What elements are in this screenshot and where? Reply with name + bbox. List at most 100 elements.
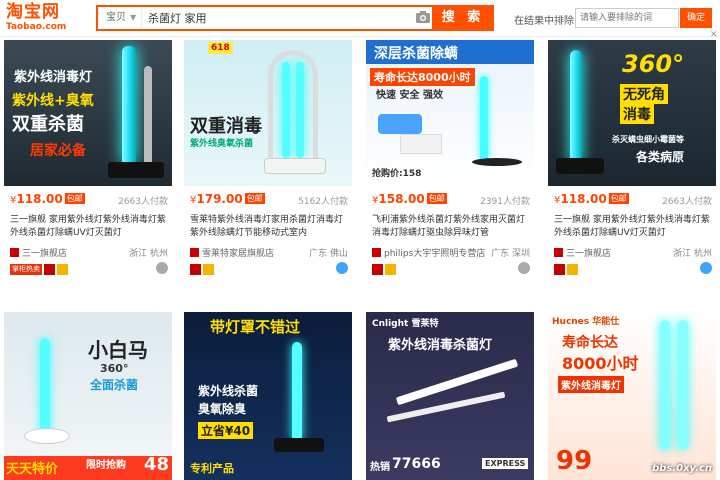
close-icon[interactable]: ✕ bbox=[710, 30, 720, 40]
search-box: 宝贝 ▼ 搜 索 bbox=[96, 5, 494, 31]
service-badges bbox=[554, 264, 580, 276]
product-image[interactable]: Cnlight 雪莱特 紫外线消毒杀菌灯 热销 77666 EXPRESS bbox=[366, 312, 534, 480]
product-card[interactable]: 紫外线消毒灯 紫外线+臭氧 双重杀菌 居家必备 ¥118.00 包邮 2663人付… bbox=[4, 40, 172, 290]
promo-text: 双重杀菌 bbox=[12, 114, 84, 135]
product-card[interactable]: Cnlight 雪莱特 紫外线消毒杀菌灯 热销 77666 EXPRESS bbox=[366, 312, 534, 480]
product-location: 浙江 杭州 bbox=[129, 249, 168, 259]
forum-watermark: bbs.0xy.cn bbox=[652, 463, 712, 474]
tmall-icon[interactable] bbox=[44, 264, 55, 275]
search-button[interactable]: 搜 索 bbox=[432, 5, 494, 31]
product-title[interactable]: 飞利浦紫外线杀菌灯紫外线家用灭菌灯消毒灯除螨灯驱虫除异味灯管 bbox=[372, 214, 532, 240]
lamp-tube bbox=[660, 320, 670, 450]
price-value: 179.00 bbox=[196, 192, 243, 206]
exclude-input[interactable] bbox=[575, 8, 679, 28]
promo-text: 天天特价 bbox=[6, 462, 59, 477]
wangwang-chat-icon[interactable] bbox=[700, 262, 712, 274]
promo-text: 消毒 bbox=[620, 104, 654, 124]
guarantee-icon[interactable] bbox=[203, 264, 214, 275]
shop-icon bbox=[554, 248, 563, 257]
lamp-tube bbox=[678, 320, 688, 450]
product-card[interactable]: 深层杀菌除螨 寿命长达8000小时 快速 安全 强效 抢购价:158 ¥158.… bbox=[366, 40, 534, 290]
lamp-tube bbox=[296, 62, 304, 158]
product-location: 广东 佛山 bbox=[309, 249, 348, 259]
product-title[interactable]: 雪莱特紫外线消毒灯家用杀菌灯消毒灯紫外线除螨灯节能移动式室内 bbox=[190, 214, 350, 240]
product-image[interactable]: 紫外线消毒灯 紫外线+臭氧 双重杀菌 居家必备 bbox=[4, 40, 172, 186]
product-image[interactable]: 360° 无死角 消毒 杀灭螨虫细小霉菌等 各类病原 bbox=[548, 40, 716, 186]
tmall-icon[interactable] bbox=[372, 264, 383, 275]
shop-link[interactable]: 雪莱特家居旗舰店 bbox=[190, 246, 274, 259]
exclude-confirm-button[interactable]: 确定 bbox=[680, 8, 712, 28]
promo-badge: 618 bbox=[208, 42, 233, 54]
promo-text: 8000小时 bbox=[562, 354, 639, 373]
taobao-logo[interactable]: 淘宝网 Taobao.com bbox=[6, 2, 76, 34]
promo-text: 各类病原 bbox=[636, 150, 685, 164]
guarantee-icon[interactable] bbox=[567, 264, 578, 275]
wangwang-chat-icon[interactable] bbox=[336, 262, 348, 274]
lamp-tube-off bbox=[144, 66, 152, 166]
product-title[interactable]: 三一旗舰 家用紫外线灯紫外线消毒灯紫外线杀菌灯除螨UV灯灭菌灯 bbox=[554, 214, 714, 240]
wangwang-chat-icon[interactable] bbox=[156, 262, 168, 274]
lamp-tube bbox=[122, 46, 136, 166]
free-shipping-badge: 包邮 bbox=[426, 193, 447, 204]
shop-icon bbox=[372, 248, 381, 257]
product-card[interactable]: 618 双重消毒 紫外线臭氧杀菌 ¥179.00 包邮 5162人付款 雪莱特紫外… bbox=[184, 40, 352, 290]
promo-text: 限时抢购 bbox=[86, 460, 126, 471]
promo-text: 360° bbox=[100, 362, 129, 375]
service-badges: 掌柜热卖 bbox=[10, 264, 70, 276]
logo-subtext: Taobao.com bbox=[6, 22, 67, 32]
promo-text: 立省¥40 bbox=[198, 422, 254, 439]
product-image[interactable]: 深层杀菌除螨 寿命长达8000小时 快速 安全 强效 抢购价:158 bbox=[366, 40, 534, 186]
sales-count: 2663人付款 bbox=[118, 197, 168, 207]
promo-text: 77666 bbox=[392, 456, 441, 472]
tmall-icon[interactable] bbox=[554, 264, 565, 275]
promo-text: 全面杀菌 bbox=[90, 378, 139, 392]
search-input[interactable] bbox=[148, 9, 408, 27]
product-card[interactable]: 小白马 360° 全面杀菌 天天特价 限时抢购 48 bbox=[4, 312, 172, 480]
lamp-tube bbox=[292, 342, 302, 442]
shop-name: 三一旗舰店 bbox=[566, 249, 612, 259]
price-value: 158.00 bbox=[378, 192, 425, 206]
product-price: ¥118.00 包邮 bbox=[10, 192, 85, 206]
lamp-tube bbox=[480, 76, 488, 162]
promo-text: 专利产品 bbox=[190, 462, 234, 475]
guarantee-icon[interactable] bbox=[385, 264, 396, 275]
sales-count: 2663人付款 bbox=[662, 197, 712, 207]
shop-link[interactable]: philips大宇宇照明专营店 bbox=[372, 246, 485, 259]
promo-text: 快速 安全 强效 bbox=[376, 90, 443, 101]
product-location: 浙江 杭州 bbox=[673, 249, 712, 259]
free-shipping-badge: 包邮 bbox=[608, 193, 629, 204]
guarantee-icon[interactable] bbox=[57, 264, 68, 275]
shop-icon bbox=[190, 248, 199, 257]
lamp-frame bbox=[268, 50, 318, 168]
price-value: 118.00 bbox=[560, 192, 607, 206]
product-card[interactable]: Hucnes 华能仕 寿命长达 8000小时 紫外线消毒灯 99 bbs.0xy… bbox=[548, 312, 716, 480]
product-card[interactable]: 带灯罩不错过 紫外线杀菌 臭氧除臭 立省¥40 专利产品 bbox=[184, 312, 352, 480]
search-scope-label: 宝贝 bbox=[106, 12, 126, 23]
promo-text: 臭氧除臭 bbox=[198, 402, 247, 416]
tmall-icon[interactable] bbox=[190, 264, 201, 275]
shop-link[interactable]: 三一旗舰店 bbox=[554, 246, 611, 259]
product-image[interactable]: 小白马 360° 全面杀菌 天天特价 限时抢购 48 bbox=[4, 312, 172, 480]
lamp-tube bbox=[282, 62, 290, 158]
product-image[interactable]: 带灯罩不错过 紫外线杀菌 臭氧除臭 立省¥40 专利产品 bbox=[184, 312, 352, 480]
hot-seller-tag[interactable]: 掌柜热卖 bbox=[10, 264, 42, 275]
shop-name: 三一旗舰店 bbox=[22, 249, 68, 259]
promo-text: 深层杀菌除螨 bbox=[374, 46, 458, 62]
camera-icon[interactable] bbox=[416, 11, 430, 23]
promo-text: 杀灭螨虫细小霉菌等 bbox=[612, 135, 684, 144]
promo-text: 99 bbox=[556, 446, 593, 476]
product-image[interactable]: Hucnes 华能仕 寿命长达 8000小时 紫外线消毒灯 99 bbs.0xy… bbox=[548, 312, 716, 480]
wangwang-chat-icon[interactable] bbox=[518, 262, 530, 274]
mask-image bbox=[378, 114, 422, 134]
logo-text: 淘宝网 bbox=[6, 2, 60, 22]
product-price: ¥118.00 包邮 bbox=[554, 192, 629, 206]
product-image[interactable]: 618 双重消毒 紫外线臭氧杀菌 bbox=[184, 40, 352, 186]
search-scope-select[interactable]: 宝贝 ▼ bbox=[98, 7, 142, 29]
promo-text: 360° bbox=[622, 50, 685, 78]
product-card[interactable]: 360° 无死角 消毒 杀灭螨虫细小霉菌等 各类病原 ¥118.00 包邮 266… bbox=[548, 40, 716, 290]
product-title[interactable]: 三一旗舰 家用紫外线灯紫外线消毒灯紫外线杀菌灯除螨UV灯灭菌灯 bbox=[10, 214, 170, 240]
lamp-base bbox=[264, 158, 326, 174]
shop-link[interactable]: 三一旗舰店 bbox=[10, 246, 67, 259]
promo-text: 紫外线+臭氧 bbox=[12, 93, 94, 109]
promo-text: 紫外线臭氧杀菌 bbox=[190, 139, 254, 149]
